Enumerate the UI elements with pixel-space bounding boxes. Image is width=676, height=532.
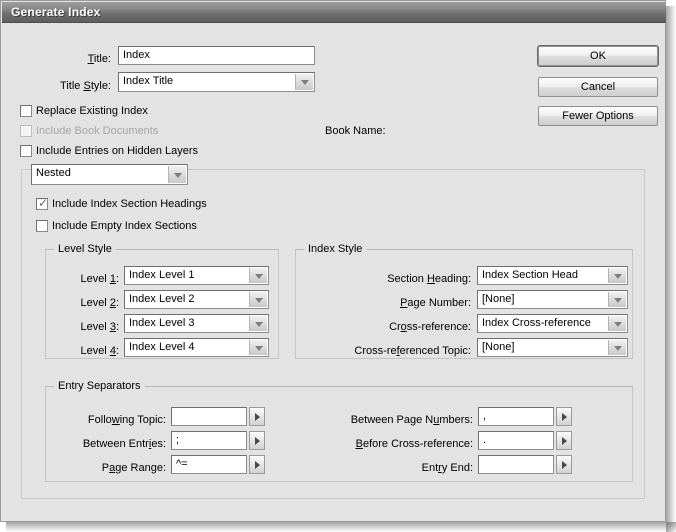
entry-separators-group-title: Entry Separators [54, 380, 145, 392]
arrow-right-icon [562, 461, 567, 469]
dialog-titlebar: Generate Index [2, 2, 666, 23]
level-3-dropdown-button[interactable] [249, 316, 267, 331]
level-style-group-title: Level Style [54, 243, 116, 255]
ok-button[interactable]: OK [538, 46, 658, 66]
level-2-value: Index Level 2 [129, 291, 248, 308]
cross-reference-combo[interactable]: Index Cross-reference [477, 314, 628, 333]
page-number-value: [None] [482, 291, 607, 308]
cross-referenced-topic-dropdown-button[interactable] [608, 340, 626, 355]
between-page-numbers-input[interactable]: , [478, 407, 554, 426]
checkbox-label: Include Index Section Headings [52, 197, 207, 211]
between-entries-label: Between Entries: [61, 438, 166, 451]
fewer-options-button[interactable]: Fewer Options [538, 106, 658, 126]
before-cross-reference-label: Before Cross-reference: [321, 438, 473, 451]
cross-reference-value: Index Cross-reference [482, 315, 607, 332]
title-style-dropdown-button[interactable] [295, 74, 313, 90]
cross-referenced-topic-label: Cross-referenced Topic: [301, 345, 471, 358]
index-format-combo[interactable]: Nested [31, 164, 188, 185]
title-style-value: Index Title [123, 73, 294, 90]
entry-end-label: Entry End: [321, 462, 473, 475]
between-entries-menu-button[interactable] [249, 431, 265, 450]
section-heading-combo[interactable]: Index Section Head [477, 266, 628, 285]
level-1-value: Index Level 1 [129, 267, 248, 284]
chevron-down-icon [255, 274, 263, 279]
between-page-numbers-label: Between Page Numbers: [321, 414, 473, 427]
level-2-dropdown-button[interactable] [249, 292, 267, 307]
chevron-down-icon [301, 80, 309, 85]
level-2-label: Level 2: [51, 297, 119, 310]
checkbox-label: Include Empty Index Sections [52, 219, 197, 233]
checkbox-box[interactable] [20, 105, 32, 117]
between-entries-input[interactable]: ; [171, 431, 247, 450]
following-topic-menu-button[interactable] [249, 407, 265, 426]
title-field-label: Title: [11, 53, 111, 66]
cancel-button[interactable]: Cancel [538, 77, 658, 97]
level-4-label: Level 4: [51, 345, 119, 358]
chevron-down-icon [255, 322, 263, 327]
page-range-menu-button[interactable] [249, 455, 265, 474]
generate-index-dialog: Generate Index Title: Index Title Style:… [0, 0, 666, 522]
level-4-dropdown-button[interactable] [249, 340, 267, 355]
book-name-label: Book Name: [325, 125, 386, 138]
level-2-combo[interactable]: Index Level 2 [124, 290, 269, 309]
checkbox-box[interactable] [20, 145, 32, 157]
level-3-combo[interactable]: Index Level 3 [124, 314, 269, 333]
index-format-value: Nested [36, 165, 167, 182]
section-heading-value: Index Section Head [482, 267, 607, 284]
level-3-label: Level 3: [51, 321, 119, 334]
page-range-input[interactable]: ^= [171, 455, 247, 474]
level-3-value: Index Level 3 [129, 315, 248, 332]
chevron-down-icon [174, 173, 182, 178]
cross-referenced-topic-value: [None] [482, 339, 607, 356]
index-format-dropdown-button[interactable] [168, 166, 186, 183]
dialog-shadow-right [666, 6, 676, 532]
before-cross-reference-menu-button[interactable] [556, 431, 572, 450]
arrow-right-icon [255, 461, 260, 469]
checkbox-label: Replace Existing Index [36, 104, 148, 118]
page-number-dropdown-button[interactable] [608, 292, 626, 307]
index-style-group-title: Index Style [304, 243, 366, 255]
cross-referenced-topic-combo[interactable]: [None] [477, 338, 628, 357]
level-1-label: Level 1: [51, 273, 119, 286]
title-style-combo[interactable]: Index Title [118, 72, 315, 92]
entry-end-menu-button[interactable] [556, 455, 572, 474]
section-heading-label: Section Heading: [301, 273, 471, 286]
level-4-combo[interactable]: Index Level 4 [124, 338, 269, 357]
chevron-down-icon [614, 298, 622, 303]
following-topic-input[interactable] [171, 407, 247, 426]
level-1-dropdown-button[interactable] [249, 268, 267, 283]
chevron-down-icon [614, 274, 622, 279]
following-topic-label: Following Topic: [61, 414, 166, 427]
checkbox-box[interactable] [36, 220, 48, 232]
title-input[interactable]: Index [118, 46, 315, 65]
checkbox-label: Include Book Documents [36, 124, 158, 138]
chevron-down-icon [255, 346, 263, 351]
page-number-combo[interactable]: [None] [477, 290, 628, 309]
page-number-label: Page Number: [301, 297, 471, 310]
arrow-right-icon [255, 413, 260, 421]
cross-reference-dropdown-button[interactable] [608, 316, 626, 331]
cross-reference-label: Cross-reference: [301, 321, 471, 334]
arrow-right-icon [562, 437, 567, 445]
page-range-label: Page Range: [61, 462, 166, 475]
checkbox-box[interactable]: ✓ [36, 198, 48, 210]
before-cross-reference-input[interactable]: . [478, 431, 554, 450]
dialog-title: Generate Index [11, 5, 101, 19]
dialog-shadow-bottom [6, 522, 676, 532]
entry-end-input[interactable] [478, 455, 554, 474]
checkbox-box [20, 125, 32, 137]
chevron-down-icon [614, 322, 622, 327]
level-1-combo[interactable]: Index Level 1 [124, 266, 269, 285]
section-heading-dropdown-button[interactable] [608, 268, 626, 283]
between-page-numbers-menu-button[interactable] [556, 407, 572, 426]
arrow-right-icon [562, 413, 567, 421]
level-4-value: Index Level 4 [129, 339, 248, 356]
chevron-down-icon [614, 346, 622, 351]
checkmark-icon: ✓ [38, 197, 48, 209]
chevron-down-icon [255, 298, 263, 303]
title-style-label: Title Style: [11, 80, 111, 93]
arrow-right-icon [255, 437, 260, 445]
checkbox-label: Include Entries on Hidden Layers [36, 144, 198, 158]
